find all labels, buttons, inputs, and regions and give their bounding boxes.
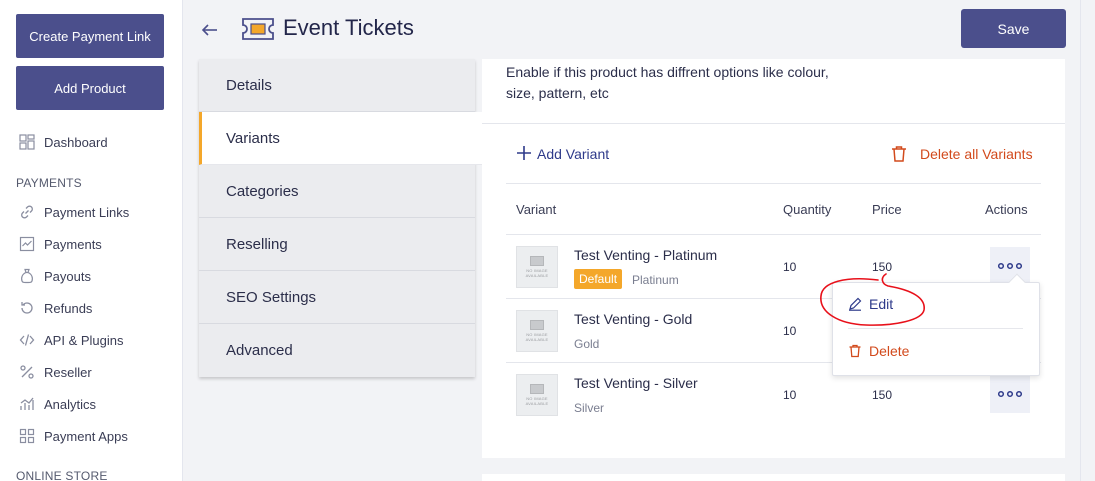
column-header-price: Price: [872, 202, 902, 217]
sidebar-item-api-plugins[interactable]: API & Plugins: [18, 331, 124, 349]
next-card: [482, 474, 1065, 481]
column-header-actions: Actions: [985, 202, 1028, 217]
create-payment-link-button[interactable]: Create Payment Link: [16, 14, 164, 58]
sidebar-item-label: Reseller: [44, 364, 92, 380]
add-variant-label: Add Variant: [537, 145, 610, 162]
product-tabs: Details Variants Categories Reselling SE…: [199, 59, 489, 377]
section-payments-heading: PAYMENTS: [16, 176, 82, 190]
apps-icon: [18, 427, 36, 445]
sidebar-item-refunds[interactable]: Refunds: [18, 299, 92, 317]
percent-icon: [18, 363, 36, 381]
tab-categories[interactable]: Categories: [199, 165, 475, 218]
section-divider: [482, 123, 1065, 124]
trash-icon: [890, 145, 908, 163]
money-bag-icon: [18, 267, 36, 285]
row-divider: [506, 234, 1041, 235]
analytics-icon: [18, 395, 36, 413]
variant-quantity: 10: [783, 324, 797, 338]
default-badge: Default: [574, 269, 623, 289]
more-dots-icon: [997, 390, 1023, 398]
variant-option: Silver: [574, 401, 605, 415]
sidebar-item-payouts[interactable]: Payouts: [18, 267, 91, 285]
content-edge: [1080, 0, 1081, 481]
sidebar-item-label: Analytics: [44, 396, 97, 412]
sidebar-item-label: Payment Apps: [44, 428, 128, 444]
sidebar-item-analytics[interactable]: Analytics: [18, 395, 96, 413]
delete-all-label: Delete all Variants: [920, 146, 1033, 162]
save-button[interactable]: Save: [961, 9, 1066, 48]
back-arrow-icon[interactable]: [200, 20, 220, 40]
sidebar-item-payment-apps[interactable]: Payment Apps: [18, 427, 128, 445]
page-title: Event Tickets: [283, 15, 414, 40]
add-variant-button[interactable]: Add Variant: [516, 145, 609, 162]
variant-thumbnail: NO IMAGE AVAILABLE: [516, 310, 558, 352]
chart-icon: [18, 235, 36, 253]
image-placeholder-icon: [530, 256, 544, 266]
column-header-variant: Variant: [516, 202, 557, 217]
variant-name: Test Venting - Platinum: [574, 247, 718, 263]
variant-quantity: 10: [783, 388, 797, 402]
delete-all-variants-button[interactable]: Delete all Variants: [890, 145, 1033, 163]
tab-details[interactable]: Details: [199, 59, 475, 112]
delete-label: Delete: [869, 343, 910, 359]
variant-thumbnail: NO IMAGE AVAILABLE: [516, 374, 558, 416]
variant-name: Test Venting - Silver: [574, 375, 698, 391]
tab-seo-settings[interactable]: SEO Settings: [199, 271, 475, 324]
no-image-text: NO IMAGE AVAILABLE: [525, 396, 549, 406]
plus-icon: [516, 145, 532, 162]
row-actions-button[interactable]: [990, 375, 1030, 413]
dashboard-icon: [18, 133, 36, 151]
red-annotation-circle: [820, 273, 925, 326]
tab-advanced[interactable]: Advanced: [199, 324, 475, 377]
image-placeholder-icon: [530, 320, 544, 330]
delete-menu-item[interactable]: Delete: [848, 343, 909, 359]
ticket-icon: [241, 16, 275, 42]
sidebar-item-label: Payouts: [44, 268, 91, 284]
variants-description: Enable if this product has diffrent opti…: [506, 64, 829, 101]
tab-variants[interactable]: Variants: [199, 112, 489, 165]
image-placeholder-icon: [530, 384, 544, 394]
sidebar-item-label: Payment Links: [44, 204, 130, 220]
refund-icon: [18, 299, 36, 317]
variants-card: [482, 59, 1065, 458]
trash-icon: [848, 344, 862, 358]
variant-price: 150: [872, 388, 893, 402]
variant-name: Test Venting - Gold: [574, 311, 693, 327]
variant-quantity: 10: [783, 260, 797, 274]
link-icon: [18, 203, 36, 221]
tab-reselling[interactable]: Reselling: [199, 218, 475, 271]
sidebar-item-label: Payments: [44, 236, 102, 252]
sidebar-item-label: API & Plugins: [44, 332, 124, 348]
sidebar-item-reseller[interactable]: Reseller: [18, 363, 92, 381]
sidebar-item-payments[interactable]: Payments: [18, 235, 102, 253]
sidebar-item-dashboard[interactable]: Dashboard: [18, 133, 108, 151]
section-online-store-heading: ONLINE STORE: [16, 469, 108, 481]
column-header-quantity: Quantity: [783, 202, 832, 217]
sidebar-item-label: Dashboard: [44, 134, 108, 150]
more-dots-icon: [997, 262, 1023, 270]
sidebar: Create Payment Link Add Product Dashboar…: [0, 0, 183, 481]
code-icon: [18, 331, 36, 349]
add-product-button[interactable]: Add Product: [16, 66, 164, 110]
sidebar-item-label: Refunds: [44, 300, 93, 316]
sidebar-item-payment-links[interactable]: Payment Links: [18, 203, 129, 221]
variant-option: Gold: [574, 337, 600, 351]
variant-thumbnail: NO IMAGE AVAILABLE: [516, 246, 558, 288]
no-image-text: NO IMAGE AVAILABLE: [525, 332, 549, 342]
no-image-text: NO IMAGE AVAILABLE: [525, 268, 549, 278]
variant-option: Platinum: [632, 273, 679, 287]
header-divider: [506, 183, 1041, 184]
